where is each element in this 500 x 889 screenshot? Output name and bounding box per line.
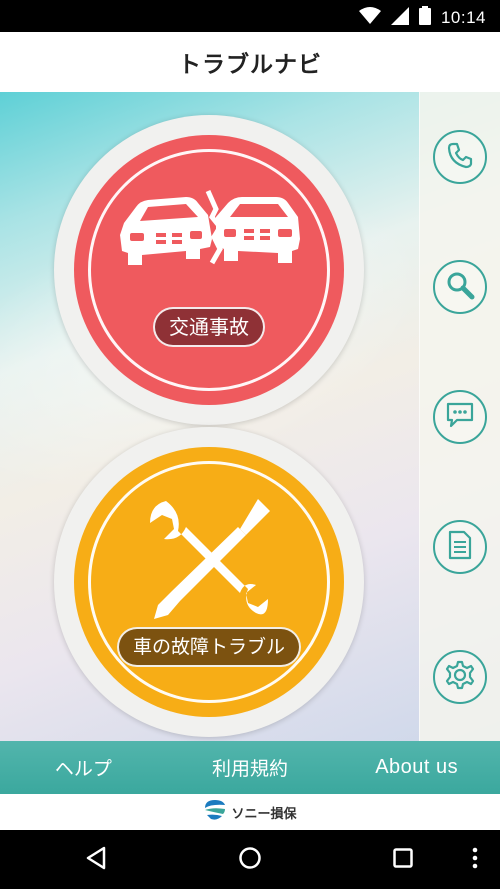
car-breakdown-label: 車の故障トラブル <box>116 627 302 667</box>
settings-button[interactable] <box>433 650 487 704</box>
car-breakdown-button[interactable]: 車の故障トラブル <box>54 427 364 737</box>
status-bar: 10:14 <box>0 0 500 32</box>
page-title: トラブルナビ <box>178 52 322 78</box>
side-panel <box>419 92 500 741</box>
recents-button[interactable] <box>387 844 419 876</box>
signal-icon <box>390 6 409 29</box>
chat-icon <box>445 401 475 433</box>
main-area: 交通事故 車の故障トラブル <box>0 92 500 741</box>
car-breakdown-circle: 車の故障トラブル <box>74 447 344 717</box>
bottom-nav: ヘルプ 利用規約 About us <box>0 741 500 794</box>
sony-sonpo-logo <box>203 799 227 825</box>
car-crash-icon <box>116 187 302 277</box>
traffic-accident-circle: 交通事故 <box>74 135 344 405</box>
more-button[interactable] <box>459 844 491 876</box>
wrench-screwdriver-icon <box>144 495 274 629</box>
battery-icon <box>418 6 431 29</box>
phone-button[interactable] <box>433 130 487 184</box>
chat-button[interactable] <box>433 390 487 444</box>
gear-icon <box>445 660 475 694</box>
back-button[interactable] <box>80 844 112 876</box>
terms-link[interactable]: 利用規約 <box>167 741 334 794</box>
wifi-icon <box>358 6 381 29</box>
brand-name: ソニー損保 <box>231 806 297 822</box>
system-nav-bar <box>0 830 500 889</box>
brand-bar: ソニー損保 <box>0 794 500 830</box>
traffic-accident-label: 交通事故 <box>153 307 265 347</box>
app-header: トラブルナビ <box>0 32 500 92</box>
status-time: 10:14 <box>440 7 486 27</box>
more-icon <box>471 846 479 874</box>
document-icon <box>448 530 472 564</box>
search-icon <box>445 270 475 304</box>
phone-icon <box>446 141 474 173</box>
status-icons: 10:14 <box>358 6 486 29</box>
help-link[interactable]: ヘルプ <box>0 741 167 794</box>
about-us-link[interactable]: About us <box>333 741 500 794</box>
document-button[interactable] <box>433 520 487 574</box>
home-icon <box>238 846 262 874</box>
home-button[interactable] <box>234 844 266 876</box>
traffic-accident-button[interactable]: 交通事故 <box>54 115 364 425</box>
back-icon <box>85 846 107 874</box>
search-button[interactable] <box>433 260 487 314</box>
recents-icon <box>392 847 414 873</box>
